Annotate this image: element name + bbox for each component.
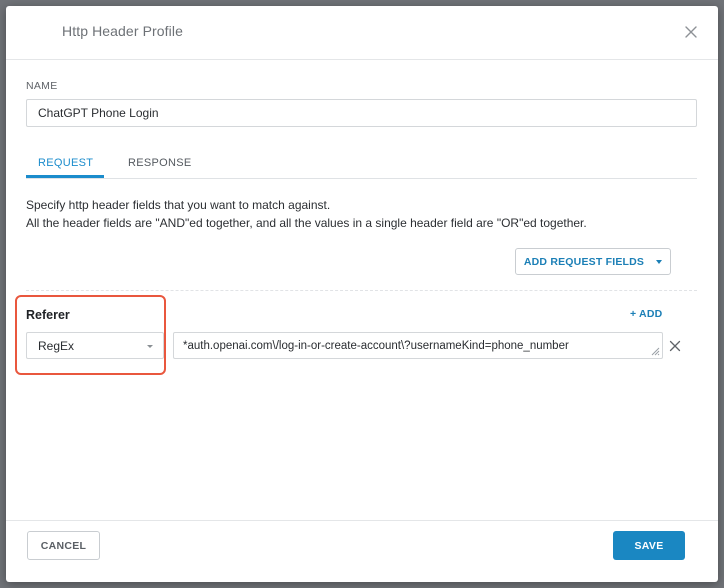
match-type-value: RegEx	[38, 339, 75, 353]
tab-response[interactable]: RESPONSE	[128, 157, 192, 169]
http-header-profile-dialog: Http Header Profile NAME REQUEST RESPONS…	[6, 6, 718, 582]
save-button[interactable]: SAVE	[613, 531, 685, 560]
chevron-down-icon	[147, 345, 153, 348]
tab-bar: REQUEST RESPONSE	[26, 152, 697, 179]
active-tab-indicator	[26, 175, 104, 178]
add-request-fields-label: ADD REQUEST FIELDS	[523, 255, 645, 268]
name-input[interactable]	[26, 99, 697, 127]
description-line-1: Specify http header fields that you want…	[26, 198, 331, 212]
add-request-fields-button[interactable]: ADD REQUEST FIELDS	[515, 248, 671, 275]
chevron-down-icon	[656, 259, 663, 264]
name-label: NAME	[26, 80, 58, 92]
resize-grip-icon[interactable]	[651, 347, 660, 356]
tab-request[interactable]: REQUEST	[38, 157, 93, 169]
header-value-text: *auth.openai.com\/log-in-or-create-accou…	[183, 340, 569, 352]
cancel-button[interactable]: CANCEL	[27, 531, 100, 560]
section-divider	[26, 290, 697, 291]
match-type-select[interactable]: RegEx	[26, 332, 164, 359]
add-value-link[interactable]: + ADD	[630, 308, 662, 320]
description-line-2: All the header fields are "AND"ed togeth…	[26, 216, 587, 230]
dialog-header: Http Header Profile	[6, 6, 718, 60]
dialog-title: Http Header Profile	[62, 23, 183, 39]
close-icon[interactable]	[684, 25, 698, 39]
remove-value-icon[interactable]	[669, 340, 681, 352]
header-field-name: Referer	[26, 308, 70, 322]
header-value-textarea[interactable]: *auth.openai.com\/log-in-or-create-accou…	[173, 332, 663, 359]
dialog-footer	[6, 520, 718, 583]
